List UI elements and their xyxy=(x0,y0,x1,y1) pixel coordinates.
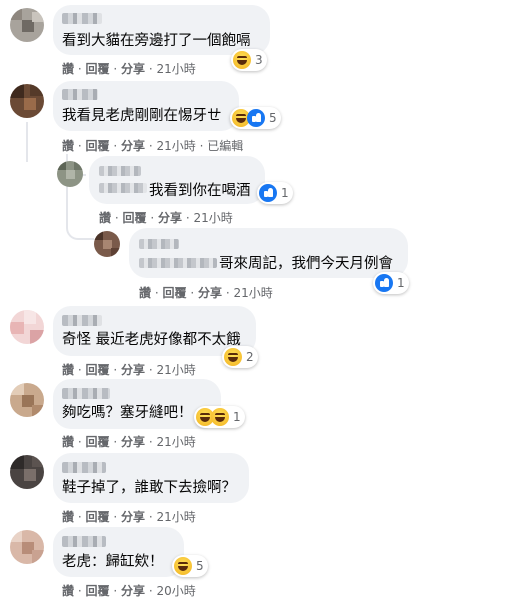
like-reaction-icon xyxy=(247,109,265,127)
edited-label[interactable]: 已編輯 xyxy=(207,139,243,153)
reaction-summary[interactable]: 2 xyxy=(222,346,258,368)
comment-actions: 讚 · 回覆 · 分享 · 21小時 xyxy=(139,286,273,300)
reaction-count: 5 xyxy=(269,111,277,125)
reply-button[interactable]: 回覆 xyxy=(86,584,110,598)
timestamp[interactable]: 21小時 xyxy=(194,211,233,225)
like-button[interactable]: 讚 xyxy=(62,62,74,76)
reply-button[interactable]: 回覆 xyxy=(86,363,110,377)
avatar[interactable] xyxy=(10,455,44,489)
share-button[interactable]: 分享 xyxy=(121,62,145,76)
like-button[interactable]: 讚 xyxy=(139,286,151,300)
author-name-blurred[interactable] xyxy=(139,239,179,249)
share-button[interactable]: 分享 xyxy=(121,584,145,598)
comment-actions: 讚 · 回覆 · 分享 · 21小時 xyxy=(99,211,233,225)
author-name-blurred[interactable] xyxy=(62,13,102,24)
author-name-blurred[interactable] xyxy=(99,183,147,193)
share-button[interactable]: 分享 xyxy=(158,211,182,225)
comment-text: 看到大貓在旁邊打了一個飽嗝 xyxy=(62,33,251,49)
comment-text: 老虎：歸缸欸！ xyxy=(62,554,164,570)
comment-actions: 讚 · 回覆 · 分享 · 21小時 xyxy=(62,510,196,524)
comment-text: 我看見老虎剛剛在惕牙ㄝ xyxy=(62,108,222,124)
comment-text: 我看到你在喝酒 xyxy=(149,183,251,199)
reaction-count: 5 xyxy=(196,559,204,573)
author-name-blurred[interactable] xyxy=(62,315,102,326)
timestamp[interactable]: 21小時 xyxy=(157,363,196,377)
avatar[interactable] xyxy=(10,84,44,118)
comment-text: 鞋子掉了，誰敢下去撿啊？ xyxy=(62,480,236,496)
timestamp[interactable]: 21小時 xyxy=(157,435,196,449)
reply-button[interactable]: 回覆 xyxy=(86,435,110,449)
reaction-summary[interactable]: 3 xyxy=(231,49,267,71)
timestamp[interactable]: 21小時 xyxy=(157,62,196,76)
comment-text: 奇怪 最近老虎好像都不太餓 xyxy=(62,332,241,348)
comment-actions: 讚 · 回覆 · 分享 · 21小時 xyxy=(62,435,196,449)
like-reaction-icon xyxy=(375,274,393,292)
reply-button[interactable]: 回覆 xyxy=(86,139,110,153)
reply-button[interactable]: 回覆 xyxy=(86,62,110,76)
timestamp[interactable]: 21小時 xyxy=(157,139,196,153)
like-button[interactable]: 讚 xyxy=(62,435,74,449)
author-name-blurred[interactable] xyxy=(139,258,217,268)
avatar[interactable] xyxy=(10,383,44,417)
comment-actions: 讚 · 回覆 · 分享 · 20小時 xyxy=(62,584,196,598)
avatar[interactable] xyxy=(10,530,44,564)
comment-text: 夠吃嗎？塞牙縫吧！ xyxy=(62,405,193,421)
reply-button[interactable]: 回覆 xyxy=(123,211,147,225)
share-button[interactable]: 分享 xyxy=(121,363,145,377)
share-button[interactable]: 分享 xyxy=(121,435,145,449)
reaction-summary[interactable]: 1 xyxy=(257,182,293,204)
reaction-count: 3 xyxy=(255,53,263,67)
like-button[interactable]: 讚 xyxy=(62,363,74,377)
comment-actions: 讚 · 回覆 · 分享 · 21小時 · 已編輯 xyxy=(62,139,244,153)
reply-button[interactable]: 回覆 xyxy=(163,286,187,300)
haha-reaction-icon xyxy=(233,51,251,69)
avatar[interactable] xyxy=(10,8,44,42)
timestamp[interactable]: 21小時 xyxy=(234,286,273,300)
author-name-blurred[interactable] xyxy=(99,166,141,176)
timestamp[interactable]: 21小時 xyxy=(157,510,196,524)
author-name-blurred[interactable] xyxy=(62,536,106,547)
reaction-summary[interactable]: 1 xyxy=(194,406,245,428)
author-name-blurred[interactable] xyxy=(62,462,106,473)
reaction-count: 1 xyxy=(233,410,241,424)
reaction-summary[interactable]: 1 xyxy=(373,272,409,294)
comment-actions: 讚 · 回覆 · 分享 · 21小時 xyxy=(62,363,196,377)
reaction-count: 1 xyxy=(397,276,405,290)
reaction-summary[interactable]: 5 xyxy=(172,555,208,577)
avatar[interactable] xyxy=(10,310,44,344)
haha-reaction-icon xyxy=(211,408,229,426)
share-button[interactable]: 分享 xyxy=(121,139,145,153)
like-button[interactable]: 讚 xyxy=(62,584,74,598)
avatar[interactable] xyxy=(94,231,120,257)
like-reaction-icon xyxy=(259,184,277,202)
haha-reaction-icon xyxy=(174,557,192,575)
comment-text: 哥來周記，我們今天月例會 xyxy=(219,256,393,272)
thread-line xyxy=(26,122,28,162)
reaction-count: 2 xyxy=(246,350,254,364)
share-button[interactable]: 分享 xyxy=(121,510,145,524)
reaction-count: 1 xyxy=(281,186,289,200)
avatar[interactable] xyxy=(57,161,83,187)
reaction-summary[interactable]: 5 xyxy=(230,107,281,129)
haha-reaction-icon xyxy=(224,348,242,366)
share-button[interactable]: 分享 xyxy=(198,286,222,300)
like-button[interactable]: 讚 xyxy=(62,510,74,524)
author-name-blurred[interactable] xyxy=(62,388,110,399)
comment-actions: 讚 · 回覆 · 分享 · 21小時 xyxy=(62,62,196,76)
like-button[interactable]: 讚 xyxy=(99,211,111,225)
author-name-blurred[interactable] xyxy=(62,89,98,100)
like-button[interactable]: 讚 xyxy=(62,139,74,153)
timestamp[interactable]: 20小時 xyxy=(157,584,196,598)
reply-button[interactable]: 回覆 xyxy=(86,510,110,524)
